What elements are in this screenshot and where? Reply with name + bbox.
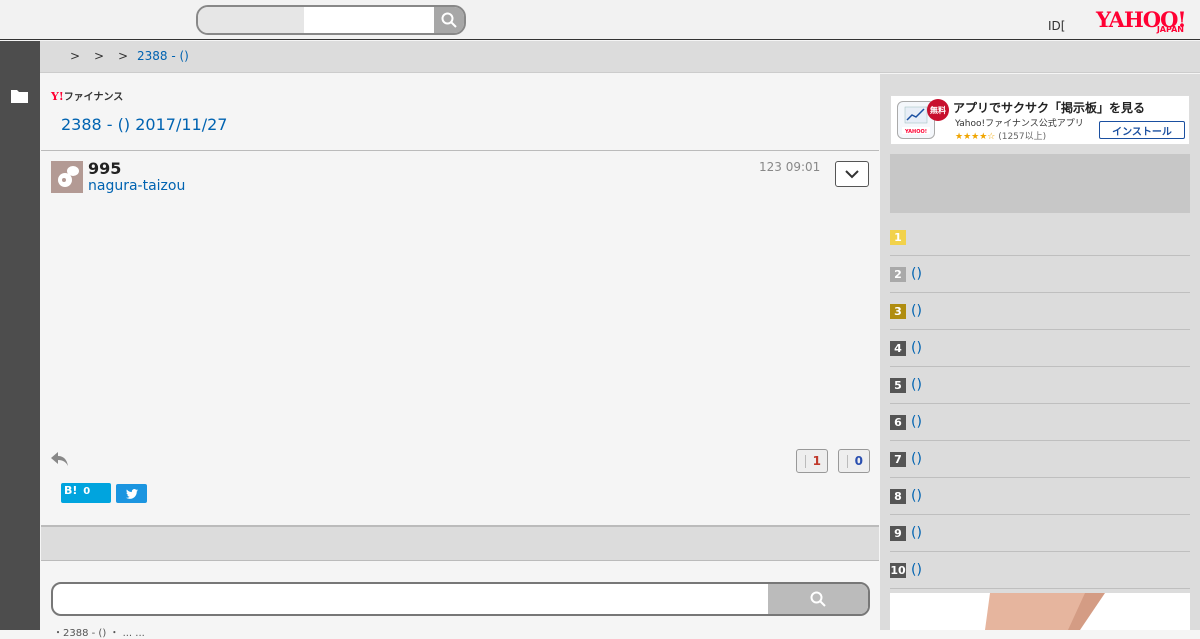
post-menu-button[interactable] [835,161,869,187]
board-search [51,582,870,616]
app-promo-title: アプリでサクサク「掲示板」を見る [953,101,1146,115]
board-search-button[interactable] [768,584,868,614]
ranking-item[interactable]: 8 () [890,478,1190,515]
rank-number: 2 [890,267,906,282]
ranking-item[interactable]: 7 () [890,441,1190,478]
post-timestamp: 123 09:01 [759,160,821,174]
search-category-select[interactable] [198,7,304,33]
breadcrumb-current[interactable]: 2388 - () [137,49,189,63]
rank-number: 5 [890,378,906,393]
arm-photo-image [890,593,1190,630]
twitter-bird-icon [125,488,138,499]
dislike-button[interactable]: 0 [838,449,870,473]
star-rating-icon: ★★★★☆ [955,132,996,142]
rank-number: 7 [890,452,906,467]
breadcrumb-sep: > [118,49,129,63]
ranking-item[interactable]: 5 () [890,367,1190,404]
reply-icon[interactable] [50,450,70,468]
rank-number: 10 [890,563,906,578]
logo-sub: JAPAN [1156,25,1184,34]
yahoo-finance-logo[interactable]: Y!ファイナンス [51,88,123,103]
rank-link[interactable]: () [911,525,922,541]
board-search-input[interactable] [53,584,768,614]
rank-link[interactable]: () [911,266,922,282]
ranking-item[interactable]: 6 () [890,404,1190,441]
chevron-down-icon [845,169,859,178]
app-rating: ★★★★☆ (1257以上) [955,129,1046,142]
post-number: 995 [88,159,122,178]
rank-link[interactable]: () [911,414,922,430]
ranking-item[interactable]: 4 () [890,330,1190,367]
search-icon [810,591,826,607]
left-rail [0,41,40,630]
main-content: Y!ファイナンス 2388 - () 2017/11/27 995 nagura… [41,74,879,639]
user-icon [58,166,79,187]
tweet-button[interactable] [116,484,147,503]
thread-title[interactable]: 2388 - () 2017/11/27 [61,115,227,134]
install-button[interactable]: インストール [1099,121,1185,139]
review-count: (1257以上) [998,132,1047,142]
related-links[interactable]: ・2388 - () ・ ... ... [53,624,145,639]
hatena-count: 0 [83,486,91,497]
header-search [196,5,466,35]
yahoo-japan-logo[interactable]: YAHOO! JAPAN [1096,9,1188,36]
logo-mark: Y! [51,90,64,103]
rank-number: 3 [890,304,906,319]
top-header: ID[ YAHOO! JAPAN [0,0,1200,40]
breadcrumb-sep: > [70,49,81,63]
right-sidebar: YAHOO! 無料 アプリでサクサク「掲示板」を見る Yahoo!ファイナンス公… [880,74,1200,630]
rank-number: 9 [890,526,906,541]
rank-link[interactable]: () [911,451,922,467]
breadcrumb-sep: > [94,49,105,63]
rank-link[interactable]: () [911,488,922,504]
ranking-item[interactable]: 2 () [890,256,1190,293]
search-icon [441,12,457,28]
post-author[interactable]: nagura-taizou [88,178,185,194]
app-promo-banner[interactable]: YAHOO! 無料 アプリでサクサク「掲示板」を見る Yahoo!ファイナンス公… [890,95,1190,145]
ranking-item[interactable]: 1 [890,219,1190,256]
rank-link[interactable]: () [911,340,922,356]
ad-image[interactable] [890,593,1190,630]
header-search-input[interactable] [304,7,434,33]
rank-number: 1 [890,230,906,245]
ad-placeholder [890,154,1190,213]
ranking-item[interactable]: 3 () [890,293,1190,330]
hatena-label: B! [64,484,78,497]
like-button[interactable]: 1 [796,449,828,473]
logo-label: ファイナンス [63,92,124,103]
rank-number: 8 [890,489,906,504]
login-link[interactable]: ID[ [1048,19,1065,33]
header-search-button[interactable] [434,7,464,33]
ranking-item[interactable]: 9 () [890,515,1190,552]
hatena-bookmark-button[interactable]: B! 0 [61,483,111,503]
divider [41,150,879,151]
rank-number: 6 [890,415,906,430]
svg-text:YAHOO!: YAHOO! [904,129,927,135]
rank-link[interactable]: () [911,562,922,578]
rank-link[interactable]: () [911,377,922,393]
rank-link[interactable]: () [911,303,922,319]
app-promo-subtitle: Yahoo!ファイナンス公式アプリ [955,119,1084,129]
free-badge: 無料 [927,99,949,121]
section-band [41,527,879,561]
ranking-item[interactable]: 10 () [890,552,1190,589]
avatar[interactable] [51,161,83,193]
folder-icon[interactable] [11,89,28,103]
breadcrumb: > > > 2388 - () [40,41,1200,73]
rank-number: 4 [890,341,906,356]
